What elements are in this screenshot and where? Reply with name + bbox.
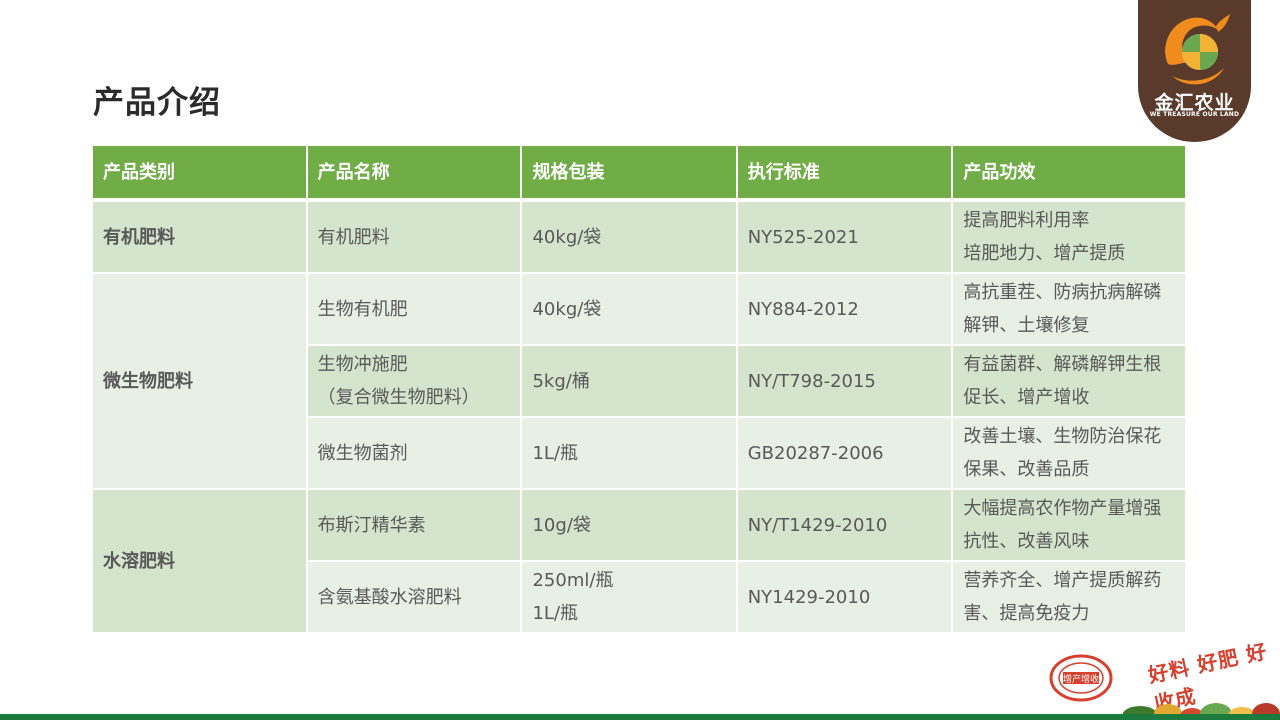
- effect-cell: 高抗重茬、防病抗病解磷 解钾、土壤修复: [953, 274, 1185, 344]
- page-title: 产品介绍: [93, 85, 221, 121]
- table-row: 水溶肥料 布斯汀精华素 10g/袋 NY/T1429-2010 大幅提高农作物产…: [93, 490, 1185, 632]
- product-name-cell: 含氨基酸水溶肥料: [307, 562, 521, 632]
- standard-cell: NY1429-2010: [737, 562, 952, 632]
- header-category: 产品类别: [93, 146, 306, 200]
- company-logo: 金汇农业 WE TREASURE OUR LAND: [1138, 0, 1251, 142]
- standard-cell: NY/T1429-2010: [737, 490, 952, 560]
- spec-cell: 1L/瓶: [522, 418, 736, 488]
- product-name-cell: 微生物菌剂: [307, 418, 521, 488]
- header-standard: 执行标准: [737, 146, 952, 200]
- header-effect: 产品功效: [953, 146, 1185, 200]
- effect-cell: 有益菌群、解磷解钾生根 促长、增产增收: [953, 346, 1185, 416]
- category-cell-organic: 有机肥料: [93, 202, 306, 272]
- product-name-cell: 布斯汀精华素: [307, 490, 521, 560]
- logo-slogan: WE TREASURE OUR LAND: [1149, 111, 1240, 118]
- category-cell-microbial: 微生物肥料: [93, 274, 306, 488]
- product-table: 产品类别 产品名称 规格包装 执行标准 产品功效 有机肥料 有机肥料 40kg/…: [91, 144, 1187, 634]
- standard-cell: NY/T798-2015: [737, 346, 952, 416]
- effect-cell: 提高肥料利用率 培肥地力、增产提质: [953, 202, 1185, 272]
- logo-emblem-icon: [1165, 14, 1230, 85]
- header-spec: 规格包装: [522, 146, 736, 200]
- table-row: 微生物肥料 生物有机肥 40kg/袋 NY884-2012 高抗重茬、防病抗病解…: [93, 274, 1185, 488]
- category-cell-water-soluble: 水溶肥料: [93, 490, 306, 632]
- spec-cell: 250ml/瓶 1L/瓶: [522, 562, 736, 632]
- product-name-cell: 生物有机肥: [307, 274, 521, 344]
- effect-cell: 营养齐全、增产提质解药 害、提高免疫力: [953, 562, 1185, 632]
- header-name: 产品名称: [307, 146, 521, 200]
- effect-cell: 改善土壤、生物防治保花 保果、改善品质: [953, 418, 1185, 488]
- standard-cell: NY884-2012: [737, 274, 952, 344]
- stamp-text: 增产增收: [1063, 673, 1099, 685]
- standard-cell: GB20287-2006: [737, 418, 952, 488]
- effect-cell: 大幅提高农作物产量增强 抗性、改善风味: [953, 490, 1185, 560]
- product-name-cell: 有机肥料: [307, 202, 521, 272]
- table-row: 有机肥料 有机肥料 40kg/袋 NY525-2021 提高肥料利用率 培肥地力、…: [93, 202, 1185, 272]
- spec-cell: 40kg/袋: [522, 274, 736, 344]
- spec-cell: 10g/袋: [522, 490, 736, 560]
- spec-cell: 40kg/袋: [522, 202, 736, 272]
- standard-cell: NY525-2021: [737, 202, 952, 272]
- table-header-row: 产品类别 产品名称 规格包装 执行标准 产品功效: [93, 146, 1185, 200]
- spec-cell: 5kg/桶: [522, 346, 736, 416]
- bottom-bar: [0, 714, 1280, 720]
- product-name-cell: 生物冲施肥 （复合微生物肥料）: [307, 346, 521, 416]
- stamp-icon: 增产增收: [1049, 654, 1113, 702]
